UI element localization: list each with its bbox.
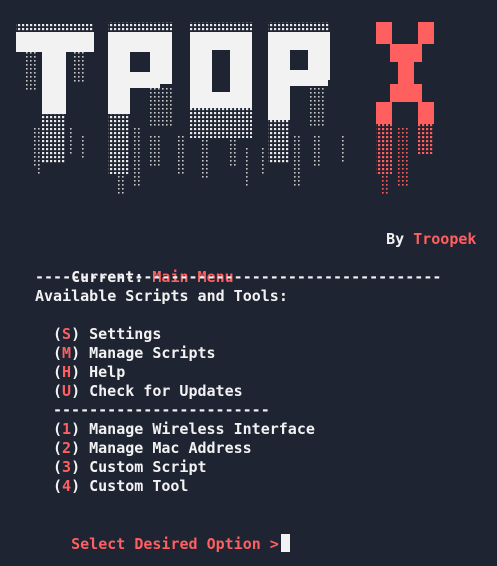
separator-long: ----------------------------------------… [35, 268, 442, 286]
menu-item-settings[interactable]: (S) Settings [53, 325, 161, 344]
prompt-text: Select Desired Option > [71, 535, 279, 553]
tropx-ascii-logo [16, 22, 434, 196]
logo-letter-p [268, 22, 330, 186]
menu-key: S [62, 325, 72, 343]
menu-key: 2 [62, 439, 72, 457]
menu-key: 4 [62, 477, 72, 495]
menu-item-label: Settings [89, 325, 162, 343]
menu-item-label: Manage Mac Address [89, 439, 252, 457]
menu-item-help[interactable]: (H) Help [53, 363, 125, 382]
menu-key: M [62, 344, 72, 362]
menu-item-custom-script[interactable]: (3) Custom Script [53, 458, 207, 477]
author-name: Troopek [413, 230, 477, 248]
separator-short: ------------------------ [53, 401, 270, 419]
terminal-window: By Troopek Current: Main Menu ----------… [0, 0, 497, 566]
tagline-prefix: By [386, 230, 405, 248]
command-prompt[interactable]: Select Desired Option > [35, 515, 290, 566]
menu-item-manage-scripts[interactable]: (M) Manage Scripts [53, 344, 216, 363]
menu-key: 3 [62, 458, 72, 476]
menu-item-mac-address[interactable]: (2) Manage Mac Address [53, 439, 252, 458]
author-tagline: By Troopek [350, 211, 476, 268]
menu-item-custom-tool[interactable]: (4) Custom Tool [53, 477, 188, 496]
menu-item-wireless-interface[interactable]: (1) Manage Wireless Interface [53, 420, 315, 439]
logo-letter-r [108, 22, 172, 188]
menu-item-label: Manage Wireless Interface [89, 420, 315, 438]
logo-letter-o [190, 22, 252, 186]
menu-item-label: Custom Script [89, 458, 207, 476]
section-title: Available Scripts and Tools: [35, 287, 288, 305]
menu-item-label: Manage Scripts [89, 344, 216, 362]
menu-item-check-updates[interactable]: (U) Check for Updates [53, 382, 243, 401]
menu-key: U [62, 382, 72, 400]
menu-item-label: Help [89, 363, 126, 381]
menu-item-label: Check for Updates [89, 382, 243, 400]
text-cursor[interactable] [280, 534, 290, 552]
menu-key: H [62, 363, 72, 381]
logo-letter-x [376, 22, 434, 196]
menu-key: 1 [62, 420, 72, 438]
menu-item-label: Custom Tool [89, 477, 189, 495]
